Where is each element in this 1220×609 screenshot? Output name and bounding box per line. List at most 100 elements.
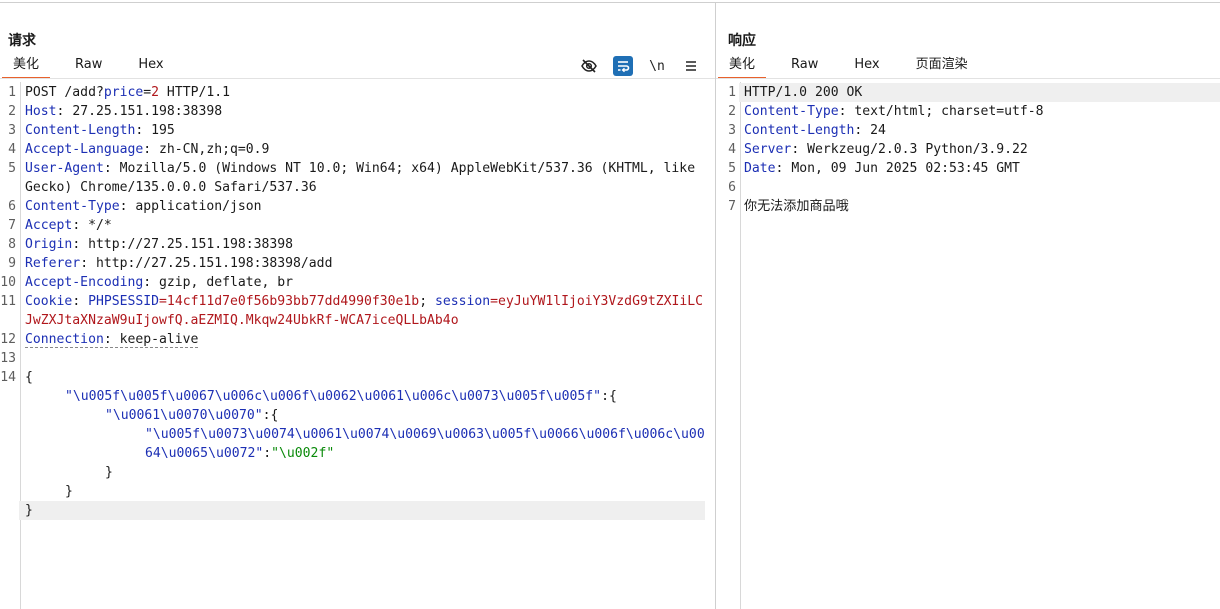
header-value: : zh-CN,zh;q=0.9 (143, 142, 270, 157)
json-key: "\u005f\u0073\u0074\u0061\u0074\u0069\u0… (145, 427, 705, 461)
line-number: 9 (8, 256, 16, 271)
request-line: "\u005f\u0073\u0074\u0061\u0074\u0069\u0… (0, 425, 715, 463)
cookie-value: =14cf11d7e0f56b93bb77dd4990f30e1b (159, 294, 420, 309)
line-number: 11 (0, 294, 16, 309)
header-value: : Mon, 09 Jun 2025 02:53:45 GMT (775, 161, 1020, 176)
query-param-value: 2 (151, 85, 160, 100)
response-title: 响应 (728, 33, 756, 49)
menu-icon[interactable] (681, 56, 701, 76)
header-key: Content-Length (744, 123, 855, 138)
request-line: 11 Cookie: PHPSESSID=14cf11d7e0f56b93bb7… (0, 292, 715, 330)
status-line: HTTP/1.0 200 OK (739, 83, 1220, 102)
line-number: 3 (8, 123, 16, 138)
header-value: : keep-alive (103, 332, 199, 347)
json-close-brace: } (65, 484, 73, 499)
response-line: 2 Content-Type: text/html; charset=utf-8 (716, 102, 1220, 121)
query-param-key: price (103, 85, 144, 100)
response-line: 7 你无法添加商品哦 (716, 197, 1220, 216)
header-value: : gzip, deflate, br (143, 275, 294, 290)
newline-toggle[interactable]: \n (647, 56, 667, 76)
request-line: } (0, 482, 715, 501)
line-number: 7 (728, 199, 736, 214)
eye-off-icon[interactable] (579, 56, 599, 76)
json-open-brace: { (25, 370, 33, 385)
request-line: 3 Content-Length: 195 (0, 121, 715, 140)
request-tab-underline (0, 78, 715, 79)
json-key: "\u005f\u005f\u0067\u006c\u006f\u0062\u0… (65, 389, 602, 404)
empty-line (19, 349, 705, 368)
line-number: 5 (8, 161, 16, 176)
header-key: Accept (25, 218, 73, 233)
response-tab-underline (716, 78, 1220, 79)
tab-render[interactable]: 页面渲染 (905, 55, 979, 79)
cookie-name: PHPSESSID (88, 294, 160, 309)
header-line: Accept-Encoding: gzip, deflate, br (19, 273, 705, 292)
json-punct: :{ (601, 389, 617, 404)
tab-raw[interactable]: Raw (780, 55, 829, 79)
response-line: 5 Date: Mon, 09 Jun 2025 02:53:45 GMT (716, 159, 1220, 178)
http-version: HTTP/1.1 (159, 85, 230, 100)
header-line: Server: Werkzeug/2.0.3 Python/3.9.22 (739, 140, 1220, 159)
header-line: Accept-Language: zh-CN,zh;q=0.9 (19, 140, 705, 159)
empty-line (739, 178, 1220, 197)
header-key: Content-Type (25, 199, 120, 214)
cookie-semicolon: ; (419, 294, 435, 309)
line-number: 7 (8, 218, 16, 233)
tab-hex[interactable]: Hex (127, 55, 174, 79)
header-key: Origin (25, 237, 73, 252)
line-number: 3 (728, 123, 736, 138)
header-value: : 27.25.151.198:38398 (56, 104, 223, 119)
header-key: Date (744, 161, 776, 176)
header-key: Content-Type (744, 104, 839, 119)
line-number: 12 (0, 332, 16, 347)
line-number (0, 482, 19, 501)
request-line: 14 { (0, 368, 715, 387)
line-number: 14 (0, 370, 16, 385)
request-line: } (0, 501, 715, 520)
json-key: "\u0061\u0070\u0070" (105, 408, 263, 423)
tab-raw[interactable]: Raw (64, 55, 113, 79)
json-body-line: "\u005f\u005f\u0067\u006c\u006f\u0062\u0… (19, 387, 705, 406)
header-key: Content-Length (25, 123, 136, 138)
request-line: "\u0061\u0070\u0070":{ (0, 406, 715, 425)
json-punct: :{ (262, 408, 279, 423)
response-tabs: 美化 Raw Hex 页面渲染 (718, 55, 979, 79)
json-string-value: "\u002f" (271, 446, 335, 461)
header-key: Cookie (25, 294, 73, 309)
request-line: 6 Content-Type: application/json (0, 197, 715, 216)
response-line: 6 (716, 178, 1220, 197)
header-line: Origin: http://27.25.151.198:38398 (19, 235, 705, 254)
header-value: : Werkzeug/2.0.3 Python/3.9.22 (791, 142, 1028, 157)
request-line: 12 Connection: keep-alive (0, 330, 715, 349)
line-number: 1 (8, 85, 16, 100)
request-line: "\u005f\u005f\u0067\u006c\u006f\u0062\u0… (0, 387, 715, 406)
tab-hex[interactable]: Hex (843, 55, 890, 79)
header-value: : */* (72, 218, 112, 233)
request-line: 13 (0, 349, 715, 368)
line-number (0, 501, 19, 520)
cookie-name: session (434, 294, 491, 309)
response-lines: 1 HTTP/1.0 200 OK 2 Content-Type: text/h… (716, 83, 1220, 216)
wrap-icon[interactable] (613, 56, 633, 76)
response-body-text: 你无法添加商品哦 (744, 199, 849, 214)
tab-pretty[interactable]: 美化 (718, 55, 767, 79)
request-line: 10 Accept-Encoding: gzip, deflate, br (0, 273, 715, 292)
json-body-line: "\u0061\u0070\u0070":{ (19, 406, 705, 425)
line-number: 2 (8, 104, 16, 119)
header-key: Connection (25, 332, 104, 347)
header-line: User-Agent: Mozilla/5.0 (Windows NT 10.0… (19, 159, 705, 197)
json-close-brace: } (19, 501, 705, 520)
query-param-eq: = (143, 85, 152, 100)
json-close-brace: } (105, 465, 113, 480)
header-value: : 195 (135, 123, 175, 138)
request-line: 7 Accept: */* (0, 216, 715, 235)
line-number: 2 (728, 104, 736, 119)
response-editor[interactable]: 1 HTTP/1.0 200 OK 2 Content-Type: text/h… (716, 82, 1220, 609)
header-key: Referer (25, 256, 81, 271)
line-number: 4 (728, 142, 736, 157)
header-line: Host: 27.25.151.198:38398 (19, 102, 705, 121)
request-editor[interactable]: 1 POST /add?price=2 HTTP/1.1 2 Host: 27.… (0, 82, 715, 609)
line-number: 13 (0, 351, 16, 366)
request-line: 2 Host: 27.25.151.198:38398 (0, 102, 715, 121)
tab-pretty[interactable]: 美化 (2, 55, 51, 79)
